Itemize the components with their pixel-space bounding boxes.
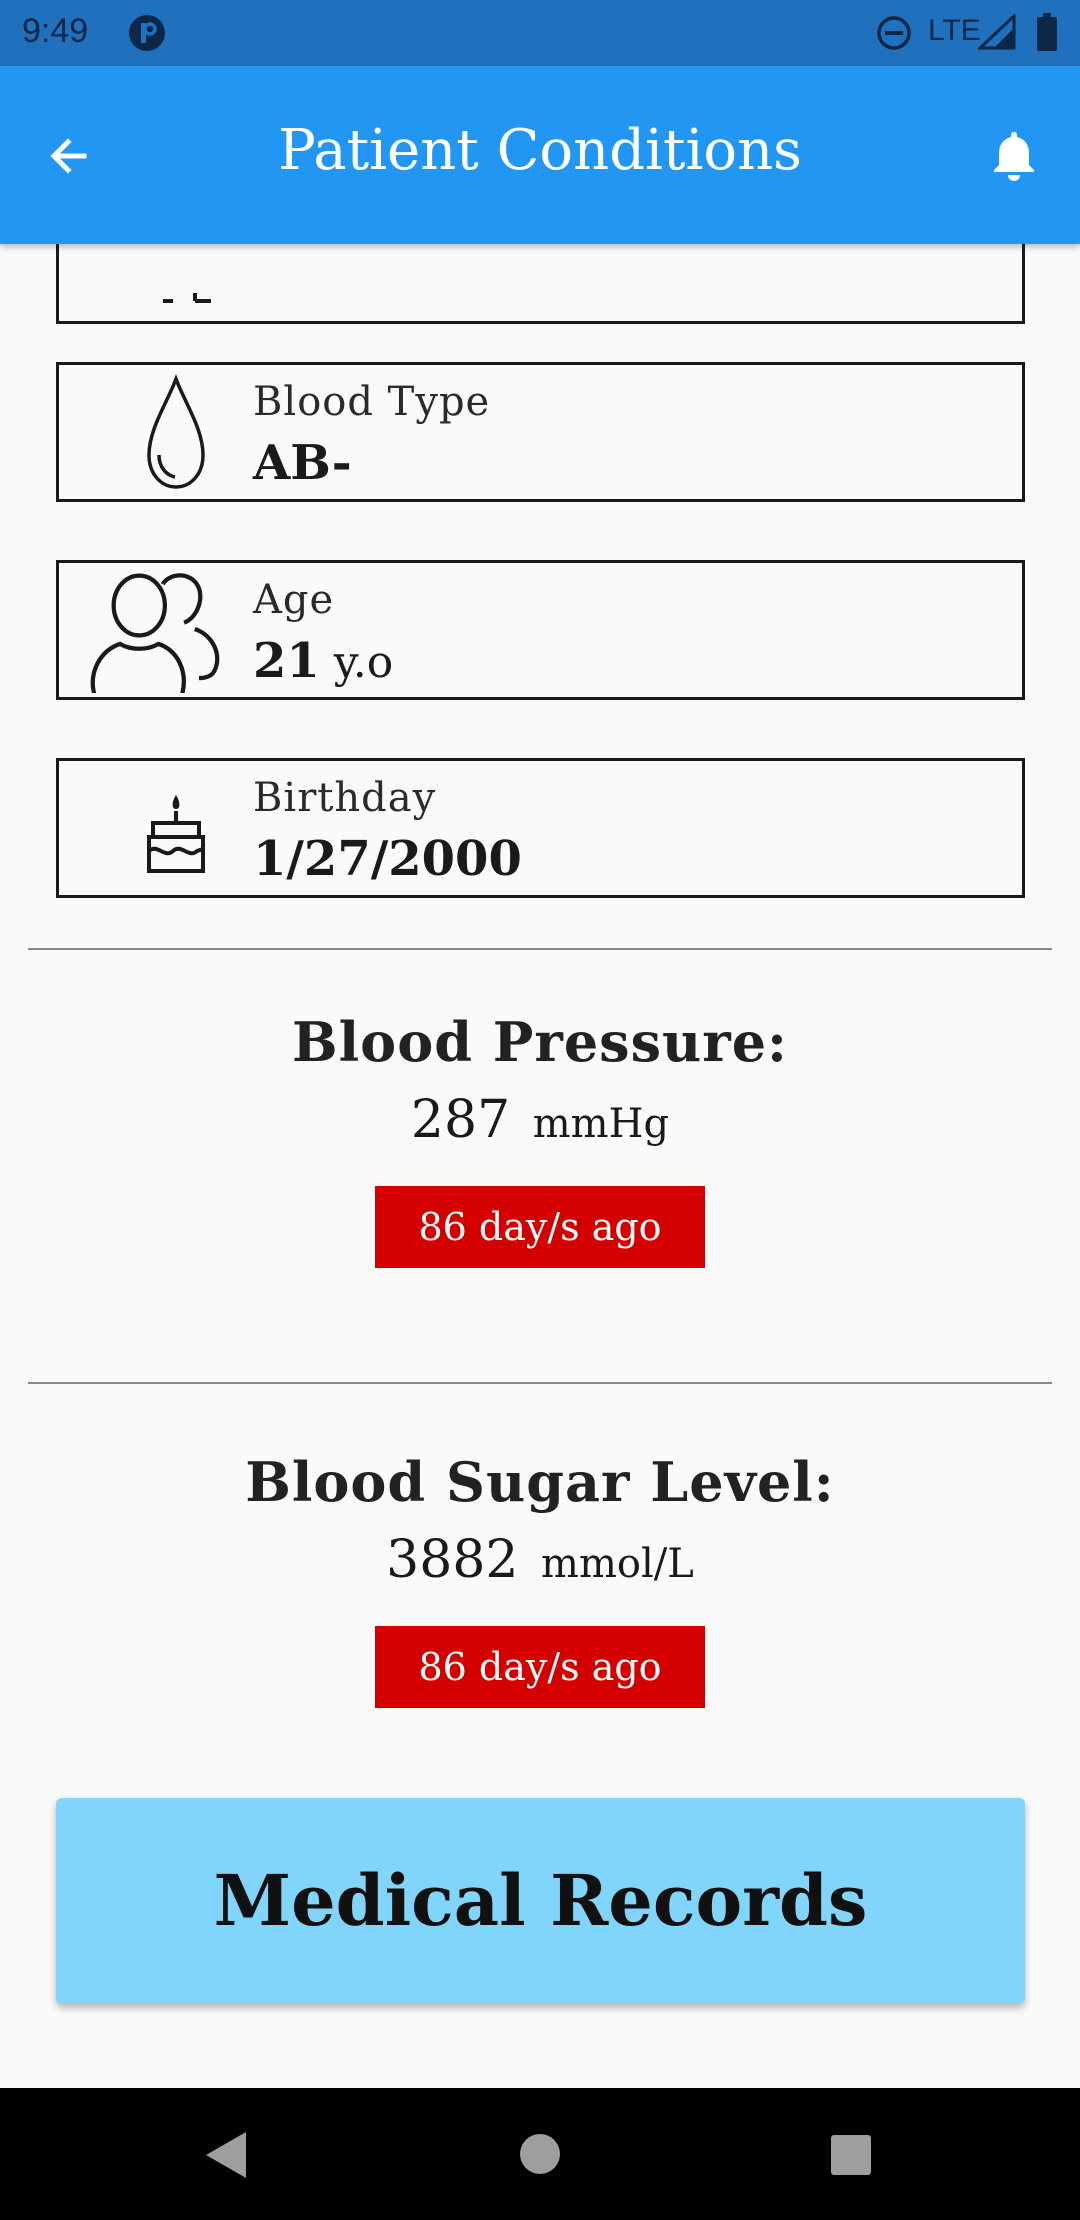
app-notification-icon	[129, 15, 165, 51]
do-not-disturb-icon	[877, 16, 911, 50]
nav-back-icon[interactable]	[200, 2128, 252, 2182]
divider	[28, 948, 1052, 950]
blood-type-card: Blood Type AB-	[56, 362, 1025, 502]
blood-type-label: Blood Type	[253, 379, 491, 425]
medical-records-button[interactable]: Medical Records	[56, 1798, 1025, 2004]
birthday-value: 1/27/2000	[253, 831, 522, 887]
blood-pressure-unit: mmHg	[532, 1101, 670, 1147]
app-bar: Patient Conditions	[0, 66, 1080, 244]
blood-pressure-reading: 287 mmHg	[0, 1090, 1080, 1150]
people-icon	[90, 573, 220, 693]
system-nav-bar	[0, 2088, 1080, 2220]
status-time: 9:49	[22, 12, 89, 50]
network-type: LTE	[928, 14, 981, 47]
content-scroll-area[interactable]: Blood Type AB- Age 21 y.o Birthday 1/27/2…	[0, 244, 1080, 2088]
drop-icon	[147, 374, 205, 489]
age-label: Age	[253, 577, 335, 623]
blood-sugar-value: 3882	[386, 1530, 519, 1590]
status-bar: 9:49 LTE	[0, 0, 1080, 66]
age-card: Age 21 y.o	[56, 560, 1025, 700]
birthday-card: Birthday 1/27/2000	[56, 758, 1025, 898]
birthday-label: Birthday	[253, 775, 437, 821]
info-card-partial	[56, 244, 1025, 324]
age-number: 21	[253, 633, 320, 689]
blood-type-value: AB-	[253, 435, 352, 491]
blood-sugar-title: Blood Sugar Level:	[245, 1450, 835, 1514]
blood-pressure-value: 287	[410, 1090, 511, 1150]
nav-recents-icon[interactable]	[830, 2134, 872, 2176]
partial-icon	[163, 293, 211, 303]
battery-icon	[1037, 13, 1057, 51]
blood-pressure-title: Blood Pressure:	[292, 1010, 788, 1074]
cake-icon	[147, 795, 205, 873]
blood-sugar-updated-badge: 86 day/s ago	[375, 1626, 705, 1708]
blood-pressure-updated-badge: 86 day/s ago	[375, 1186, 705, 1268]
divider	[28, 1382, 1052, 1384]
signal-icon	[978, 14, 1016, 50]
age-unit: y.o	[333, 637, 394, 688]
bell-icon[interactable]	[982, 124, 1046, 188]
blood-sugar-reading: 3882 mmol/L	[0, 1530, 1080, 1590]
age-value: 21 y.o	[253, 633, 393, 689]
nav-home-icon[interactable]	[518, 2132, 562, 2176]
page-title: Patient Conditions	[278, 118, 802, 183]
blood-sugar-unit: mmol/L	[541, 1541, 694, 1587]
